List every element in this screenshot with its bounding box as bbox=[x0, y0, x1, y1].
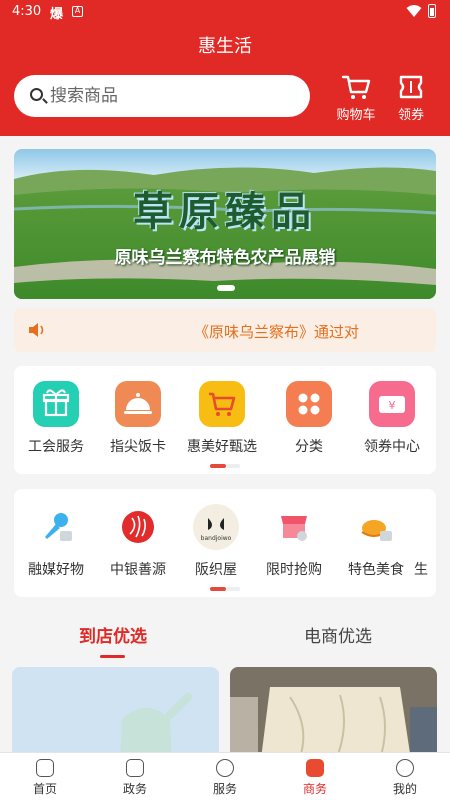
grid-item-media-goods[interactable]: 融媒好物 bbox=[16, 504, 96, 579]
grid-label: 中银善源 bbox=[110, 562, 166, 578]
battery-icon bbox=[428, 4, 436, 18]
food-icon bbox=[353, 504, 399, 550]
partner-grid: 融媒好物 中银善源 bandjoiwo 阪织屋 限时抢购 特色美食 生 bbox=[14, 489, 436, 597]
tab-ecommerce[interactable]: 电商优选 bbox=[263, 622, 413, 647]
grid-label: 融媒好物 bbox=[28, 562, 84, 578]
ticket-icon: ¥ bbox=[369, 381, 415, 427]
header: 惠生活 购物车 领券 bbox=[0, 24, 450, 136]
coupon-label: 领券 bbox=[397, 108, 424, 123]
category-icon bbox=[286, 381, 332, 427]
grid-item-flash-sale[interactable]: 限时抢购 bbox=[254, 504, 334, 579]
grid-label: 分类 bbox=[295, 439, 323, 455]
svg-text:bandjoiwo: bandjoiwo bbox=[201, 535, 232, 542]
wifi-icon bbox=[406, 5, 422, 17]
service-grid: 工会服务 指尖饭卡 惠美好甄选 分类 ¥ 领券中心 bbox=[14, 366, 436, 474]
grid-item-bandjoiwo[interactable]: bandjoiwo 阪织屋 bbox=[176, 504, 256, 579]
nav-label: 我的 bbox=[392, 782, 417, 796]
grid-item-coupon-center[interactable]: ¥ 领券中心 bbox=[352, 381, 432, 456]
business-icon bbox=[306, 759, 324, 777]
profile-icon bbox=[396, 759, 414, 777]
grid-label: 阪织屋 bbox=[195, 562, 237, 578]
svg-text:¥: ¥ bbox=[389, 399, 396, 412]
page-indicator bbox=[210, 464, 240, 468]
gift-icon bbox=[33, 381, 79, 427]
notice-bar[interactable]: 《原味乌兰察布》通过对 bbox=[14, 308, 436, 352]
status-bar: 4:30 爆 A bbox=[0, 0, 450, 24]
grid-label: 生 bbox=[414, 562, 428, 578]
coupon-icon bbox=[399, 75, 423, 99]
microphone-icon bbox=[33, 504, 79, 550]
service-icon bbox=[216, 759, 234, 777]
grid-label: 指尖饭卡 bbox=[110, 439, 166, 455]
speaker-icon bbox=[29, 323, 44, 337]
grid-label: 工会服务 bbox=[28, 439, 84, 455]
flash-sale-icon bbox=[271, 504, 317, 550]
page-indicator bbox=[210, 587, 240, 591]
search-bar[interactable] bbox=[14, 75, 310, 117]
tab-in-store[interactable]: 到店优选 bbox=[38, 622, 188, 647]
coupon-button[interactable]: 领券 bbox=[386, 74, 436, 124]
nav-label: 政务 bbox=[122, 782, 147, 796]
grid-label: 领券中心 bbox=[364, 439, 420, 455]
banner-subtitle: 原味乌兰察布特色农产品展销 bbox=[114, 248, 336, 268]
bandjoiwo-logo: bandjoiwo bbox=[193, 504, 239, 550]
grid-item-specialty-food[interactable]: 特色美食 bbox=[336, 504, 416, 579]
nav-label: 商务 bbox=[302, 782, 327, 796]
search-input[interactable] bbox=[50, 75, 290, 117]
nav-label: 首页 bbox=[32, 782, 57, 796]
grid-item-selection[interactable]: 惠美好甄选 bbox=[182, 381, 262, 456]
grid-label: 特色美食 bbox=[348, 562, 404, 578]
nav-service[interactable]: 服务 bbox=[180, 759, 270, 797]
nav-label: 服务 bbox=[212, 782, 237, 796]
tab-bar: 到店优选 电商优选 bbox=[0, 610, 450, 660]
nav-government[interactable]: 政务 bbox=[90, 759, 180, 797]
notice-text: 《原味乌兰察布》通过对 bbox=[194, 323, 360, 341]
cart-label: 购物车 bbox=[336, 108, 376, 123]
grid-label: 限时抢购 bbox=[266, 562, 322, 578]
page-title: 惠生活 bbox=[198, 36, 252, 57]
bottom-nav: 首页 政务 服务 商务 我的 bbox=[0, 752, 450, 800]
grid-item-meal-card[interactable]: 指尖饭卡 bbox=[98, 381, 178, 456]
bank-of-china-icon bbox=[115, 504, 161, 550]
promo-banner[interactable]: 草原臻品 原味乌兰察布特色农产品展销 bbox=[14, 149, 436, 299]
nav-home[interactable]: 首页 bbox=[0, 759, 90, 797]
notification-icon: 爆 bbox=[50, 7, 64, 22]
grid-item-partial[interactable]: 生 bbox=[414, 504, 436, 579]
active-tab-indicator bbox=[100, 655, 125, 658]
banner-indicator bbox=[217, 285, 235, 291]
grid-item-category[interactable]: 分类 bbox=[269, 381, 349, 456]
nav-profile[interactable]: 我的 bbox=[360, 759, 450, 797]
dish-icon bbox=[115, 381, 161, 427]
nav-business[interactable]: 商务 bbox=[270, 759, 360, 797]
grid-label: 惠美好甄选 bbox=[187, 439, 257, 455]
grid-item-union-service[interactable]: 工会服务 bbox=[16, 381, 96, 456]
status-time: 4:30 bbox=[12, 4, 42, 19]
banner-title: 草原臻品 bbox=[133, 188, 317, 235]
shopping-cart-icon bbox=[341, 75, 371, 99]
home-icon bbox=[36, 759, 54, 777]
search-icon bbox=[30, 88, 43, 101]
cart-icon bbox=[199, 381, 245, 427]
grid-item-boc[interactable]: 中银善源 bbox=[98, 504, 178, 579]
government-icon bbox=[126, 759, 144, 777]
cart-button[interactable]: 购物车 bbox=[331, 74, 381, 124]
app-notification-icon: A bbox=[72, 6, 83, 17]
